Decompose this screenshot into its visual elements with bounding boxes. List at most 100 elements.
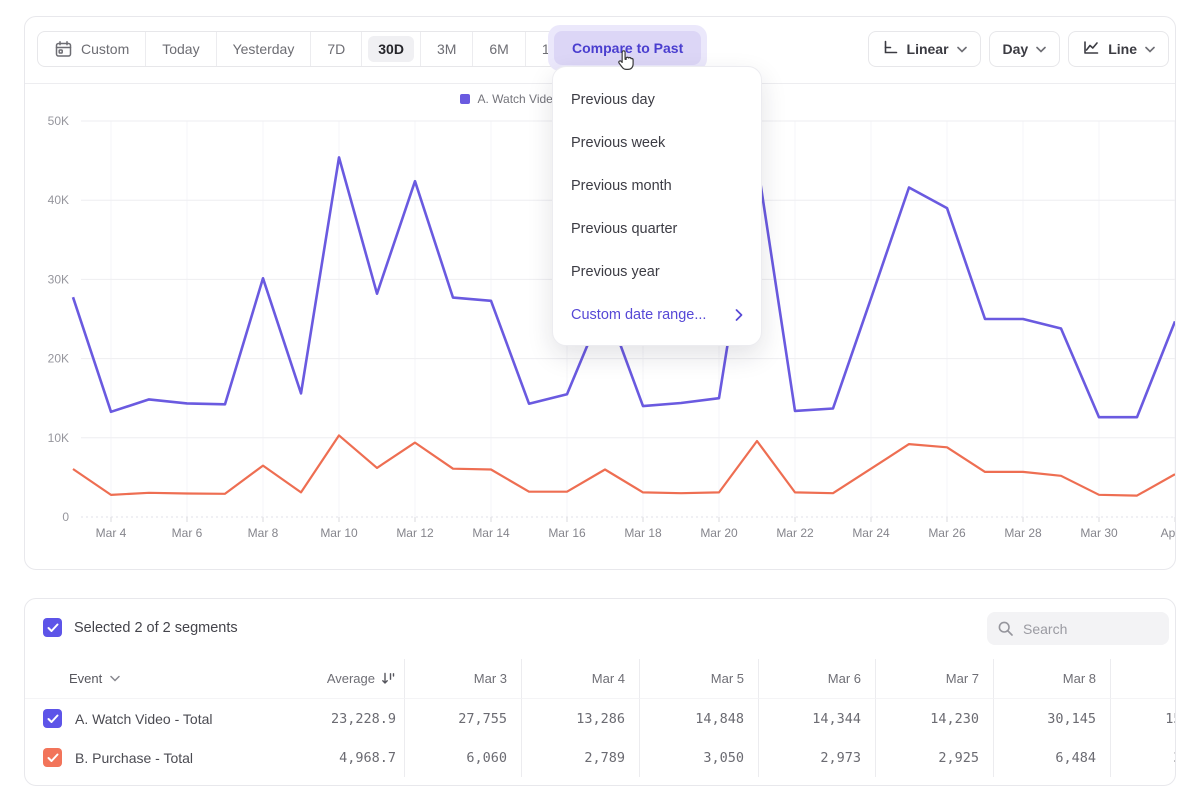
search-input[interactable] <box>1023 621 1153 637</box>
x-axis-label: Mar 24 <box>852 526 890 540</box>
y-axis-label: 50K <box>48 114 69 128</box>
menu-item-custom-date-range[interactable]: Custom date range... <box>553 293 761 336</box>
x-axis-label: Mar 8 <box>248 526 279 540</box>
legend-swatch <box>460 94 470 104</box>
custom-date-range-label: Custom date range... <box>571 307 706 323</box>
table-cell-value: 27,755 <box>404 699 521 738</box>
interval-select[interactable]: Day <box>989 31 1061 67</box>
date-range-group: CustomTodayYesterday7D30D3M6M12M <box>37 31 586 67</box>
table-cell-value: 14,230 <box>875 699 993 738</box>
segment-name: B. Purchase - Total <box>75 750 193 766</box>
range-option-yesterday[interactable]: Yesterday <box>217 32 312 66</box>
column-header-average[interactable]: Average <box>305 659 404 699</box>
y-axis-label: 40K <box>48 193 69 207</box>
column-header-mar-5: Mar 5 <box>639 659 758 699</box>
menu-item-previous-year[interactable]: Previous year <box>553 250 761 293</box>
menu-item-previous-day[interactable]: Previous day <box>553 78 761 121</box>
range-option-custom[interactable]: Custom <box>38 32 146 66</box>
x-axis-label: Mar 26 <box>928 526 966 540</box>
table-cell-value: 30,145 <box>993 699 1110 738</box>
compare-to-past-halo: Compare to Past <box>548 25 707 71</box>
table-cell-value: 14,344 <box>758 699 875 738</box>
range-option-today[interactable]: Today <box>146 32 216 66</box>
segments-header: Selected 2 of 2 segments <box>25 599 1175 659</box>
column-header-event[interactable]: Event <box>25 659 305 699</box>
range-option-label: 30D <box>368 36 414 62</box>
range-option-label: 3M <box>437 41 456 57</box>
check-icon <box>47 714 59 724</box>
line-chart-icon <box>1082 39 1100 59</box>
table-cell-value: 6,484 <box>993 738 1110 777</box>
table-cell-value: 13,286 <box>521 699 639 738</box>
chevron-down-icon <box>1036 46 1046 53</box>
table-cell-value: 3,050 <box>639 738 758 777</box>
x-axis-label: Mar 10 <box>320 526 358 540</box>
table-cell-value: 2,925 <box>875 738 993 777</box>
check-icon <box>47 623 59 633</box>
compare-to-past-menu: Previous dayPrevious weekPrevious monthP… <box>552 66 762 346</box>
event-header-label: Event <box>69 671 102 686</box>
segment-name: A. Watch Video - Total <box>75 711 212 727</box>
range-option-6m[interactable]: 6M <box>473 32 525 66</box>
segments-card: Selected 2 of 2 segments Event Average M… <box>24 598 1176 786</box>
table-cell-value: 15,600 <box>1110 699 1176 738</box>
average-value: 23,228.9 <box>305 699 404 738</box>
table-cell-value: 2,973 <box>758 738 875 777</box>
calendar-icon <box>54 40 73 59</box>
range-option-label: Today <box>162 41 199 57</box>
column-header-mar-6: Mar 6 <box>758 659 875 699</box>
y-axis-label: 20K <box>48 352 69 366</box>
y-axis-label: 10K <box>48 431 69 445</box>
analytics-page: 0 10K 20K 30K 40K 50K Mar 4 Mar 6 Mar 8 Mar 10 Mar… <box>0 0 1200 802</box>
selected-segments-label: Selected 2 of 2 segments <box>74 620 238 636</box>
sort-descending-icon <box>381 671 396 686</box>
chart-type-select-label: Line <box>1108 41 1137 57</box>
row-checkbox[interactable] <box>43 748 62 767</box>
column-header-mar-8: Mar 8 <box>993 659 1110 699</box>
range-option-label: 7D <box>327 41 345 57</box>
series-line-b <box>73 435 1175 495</box>
x-axis-label: Mar 16 <box>548 526 586 540</box>
table-cell-value: 3,100 <box>1110 738 1176 777</box>
select-all-checkbox[interactable] <box>43 618 62 637</box>
y-axis-label: 30K <box>48 272 69 286</box>
row-checkbox[interactable] <box>43 709 62 728</box>
chevron-down-icon <box>957 46 967 53</box>
search-icon <box>997 620 1014 637</box>
x-axis-label: Apr 1 <box>1161 526 1175 540</box>
x-axis-label: Mar 20 <box>700 526 738 540</box>
range-option-7d[interactable]: 7D <box>311 32 362 66</box>
x-axis-label: Mar 14 <box>472 526 510 540</box>
table-cell-value: 6,060 <box>404 738 521 777</box>
chevron-down-icon <box>110 675 120 682</box>
range-option-label: Yesterday <box>233 41 295 57</box>
x-axis-label: Mar 18 <box>624 526 662 540</box>
segment-row-label: B. Purchase - Total <box>25 738 305 777</box>
scale-select[interactable]: Linear <box>868 31 981 67</box>
range-option-label: 6M <box>489 41 508 57</box>
table-cell-value: 14,848 <box>639 699 758 738</box>
range-option-30d[interactable]: 30D <box>362 32 421 66</box>
search-box <box>987 612 1169 645</box>
x-axis-label: Mar 28 <box>1004 526 1042 540</box>
y-axis-label: 0 <box>62 510 69 524</box>
menu-item-previous-month[interactable]: Previous month <box>553 164 761 207</box>
range-option-label: Custom <box>81 41 129 57</box>
chart-type-select[interactable]: Line <box>1068 31 1169 67</box>
x-axis-label: Mar 12 <box>396 526 434 540</box>
menu-item-previous-week[interactable]: Previous week <box>553 121 761 164</box>
compare-to-past-button[interactable]: Compare to Past <box>554 31 701 65</box>
column-header-mar-9: Mar 9 <box>1110 659 1176 699</box>
segment-row-label: A. Watch Video - Total <box>25 699 305 738</box>
interval-select-label: Day <box>1003 41 1029 57</box>
linear-axis-icon <box>882 39 899 59</box>
x-axis-label: Mar 4 <box>96 526 127 540</box>
menu-item-previous-quarter[interactable]: Previous quarter <box>553 207 761 250</box>
average-value: 4,968.7 <box>305 738 404 777</box>
chart-display-controls: Linear Day Line <box>868 31 1169 67</box>
scale-select-label: Linear <box>907 41 949 57</box>
range-option-3m[interactable]: 3M <box>421 32 473 66</box>
average-header-label: Average <box>327 671 375 686</box>
column-header-mar-4: Mar 4 <box>521 659 639 699</box>
chevron-down-icon <box>1145 46 1155 53</box>
